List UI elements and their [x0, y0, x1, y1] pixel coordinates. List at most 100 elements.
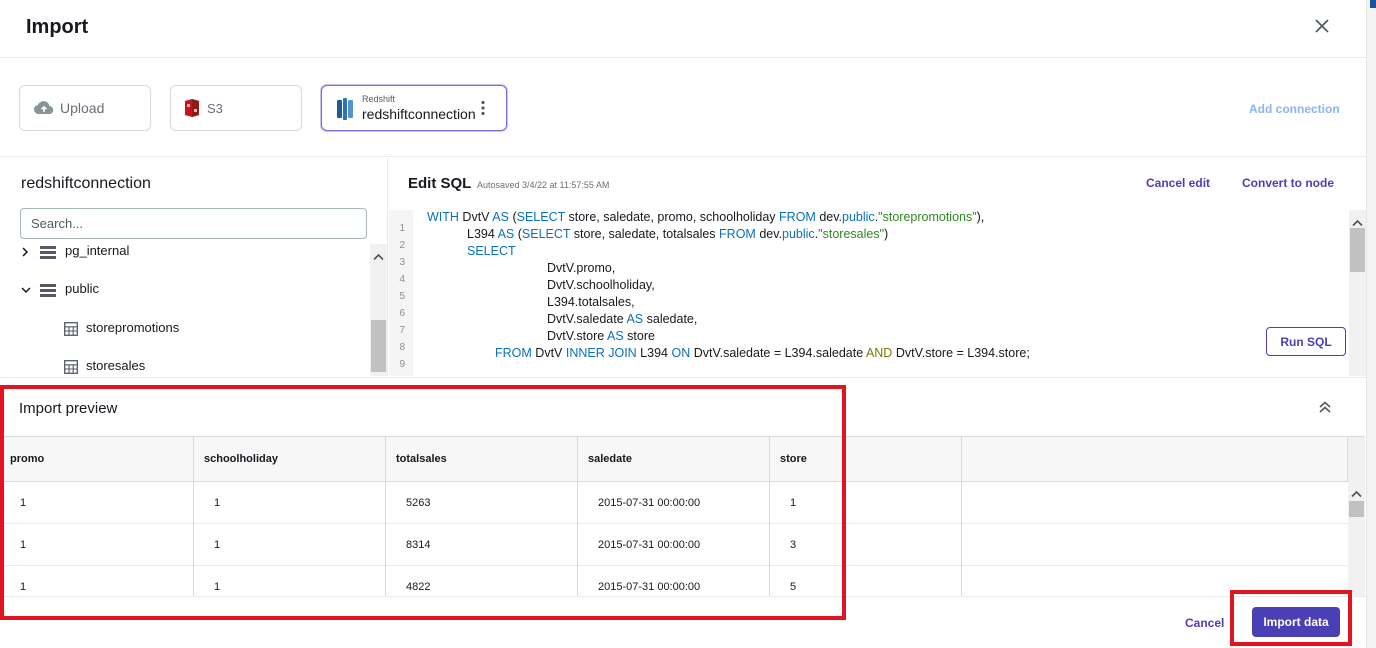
table-row[interactable]: 1 1 5263 2015-07-31 00:00:00 1 [0, 482, 1348, 524]
table-cell: 1 [770, 482, 962, 524]
schema-icon [40, 245, 56, 264]
redshift-connection-name: redshiftconnection [362, 106, 476, 122]
code-line: L394.totalsales, [547, 295, 635, 309]
import-dialog: Import Upload S3 Redshift redshiftconnec… [0, 0, 1366, 648]
code-line: WITH DvtV AS (SELECT store, saledate, pr… [427, 210, 985, 224]
table-icon [64, 360, 78, 376]
table-cell: 5 [770, 566, 962, 597]
table-row[interactable]: 1 1 8314 2015-07-31 00:00:00 3 [0, 524, 1348, 566]
editor-title: Edit SQL [408, 175, 472, 192]
line-number: 4 [399, 274, 405, 285]
line-number: 5 [399, 291, 405, 302]
connection-cards: Upload S3 Redshift redshiftconnection Ad… [0, 59, 1366, 157]
autosave-status: Autosaved 3/4/22 at 11:57:55 AM [477, 180, 610, 190]
table-cell: 1 [0, 524, 194, 566]
redshift-icon [336, 98, 354, 125]
more-options-icon[interactable] [480, 100, 486, 121]
cancel-edit-link[interactable]: Cancel edit [1146, 176, 1210, 190]
import-data-button[interactable]: Import data [1252, 607, 1340, 637]
convert-to-node-link[interactable]: Convert to node [1242, 176, 1334, 190]
table-cell: 2015-07-31 00:00:00 [578, 566, 770, 597]
table-cell: 8314 [386, 524, 578, 566]
s3-label: S3 [207, 101, 223, 116]
table-cell: 1 [194, 482, 386, 524]
upload-card[interactable]: Upload [19, 85, 151, 131]
chevron-right-icon[interactable] [20, 245, 30, 263]
line-number: 2 [399, 240, 405, 251]
column-header[interactable]: store [770, 437, 962, 481]
redshift-card[interactable]: Redshift redshiftconnection [321, 85, 507, 131]
line-number: 6 [399, 308, 405, 319]
schema-tree: pg_internal public storepromotions store… [0, 244, 370, 376]
column-header-empty [962, 437, 1348, 481]
code-line: DvtV.store AS store [547, 329, 655, 343]
browser-scrollbar[interactable] [370, 244, 387, 376]
table-cell: 1 [0, 482, 194, 524]
upload-label: Upload [60, 100, 105, 116]
column-header[interactable]: promo [0, 437, 194, 481]
dialog-footer: Cancel Import data [0, 596, 1366, 648]
preview-title: Import preview [19, 400, 118, 417]
line-number-gutter: 1 2 3 4 5 6 7 8 9 [389, 210, 413, 376]
line-number: 3 [399, 257, 405, 268]
cancel-button[interactable]: Cancel [1185, 616, 1224, 630]
column-header[interactable]: totalsales [386, 437, 578, 481]
tree-item-storesales[interactable]: storesales [0, 355, 370, 376]
table-cell: 4822 [386, 566, 578, 597]
dialog-title: Import [26, 16, 89, 38]
table-cell: 2015-07-31 00:00:00 [578, 524, 770, 566]
table-row[interactable]: 1 1 4822 2015-07-31 00:00:00 5 [0, 566, 1348, 597]
chevron-down-icon[interactable] [20, 283, 32, 301]
import-preview: Import preview promo schoolholiday total… [0, 377, 1366, 597]
tree-item-label: pg_internal [65, 244, 130, 258]
editor-scrollbar[interactable] [1349, 210, 1366, 376]
table-body: 1 1 5263 2015-07-31 00:00:00 1 1 1 8314 … [0, 482, 1348, 597]
code-line: SELECT [467, 244, 516, 258]
sql-editor-panel: Edit SQL Autosaved 3/4/22 at 11:57:55 AM… [389, 158, 1366, 376]
run-sql-button[interactable]: Run SQL [1266, 327, 1346, 356]
scrollbar-thumb[interactable] [371, 320, 386, 372]
code-line: DvtV.saledate AS saledate, [547, 312, 698, 326]
tree-item-label: public [65, 281, 99, 296]
collapse-icon[interactable] [1318, 400, 1332, 419]
table-cell: 1 [194, 524, 386, 566]
table-header: promo schoolholiday totalsales saledate … [0, 436, 1348, 482]
window-edge [1366, 0, 1376, 648]
tree-item-label: storepromotions [86, 320, 180, 335]
tree-item-pg-internal[interactable]: pg_internal [0, 244, 370, 266]
tree-item-storepromotions[interactable]: storepromotions [0, 317, 370, 343]
line-number: 1 [399, 223, 405, 234]
table-cell: 1 [0, 566, 194, 597]
line-number: 7 [399, 325, 405, 336]
code-line: FROM DvtV INNER JOIN L394 ON DvtV.saleda… [495, 346, 1030, 360]
close-icon[interactable] [1310, 14, 1334, 38]
browser-title: redshiftconnection [21, 175, 151, 192]
add-connection-link[interactable]: Add connection [1249, 102, 1340, 116]
table-cell: 2015-07-31 00:00:00 [578, 482, 770, 524]
table-cell: 5263 [386, 482, 578, 524]
line-number: 8 [399, 342, 405, 353]
cloud-upload-icon [33, 100, 54, 121]
code-line: L394 AS (SELECT store, saledate, totalsa… [467, 227, 889, 241]
search-input[interactable] [20, 208, 367, 239]
redshift-type-label: Redshift [362, 94, 396, 104]
tree-item-public[interactable]: public [0, 278, 370, 304]
table-cell: 3 [770, 524, 962, 566]
scrollbar-thumb[interactable] [1350, 228, 1365, 272]
line-number: 9 [399, 359, 405, 370]
table-icon [64, 322, 78, 341]
scroll-up-icon[interactable] [373, 248, 384, 266]
column-header[interactable]: schoolholiday [194, 437, 386, 481]
s3-bucket-icon [183, 98, 201, 123]
s3-card[interactable]: S3 [170, 85, 302, 131]
sql-code-area[interactable]: 1 2 3 4 5 6 7 8 9 WITH DvtV AS (SELECT s… [389, 210, 1349, 376]
preview-scrollbar[interactable] [1348, 436, 1365, 597]
dialog-header: Import [0, 0, 1366, 58]
scrollbar-thumb[interactable] [1349, 501, 1364, 517]
column-header[interactable]: saledate [578, 437, 770, 481]
data-browser: redshiftconnection pg_internal public [0, 158, 388, 376]
schema-icon [40, 283, 56, 302]
table-cell: 1 [194, 566, 386, 597]
tree-item-label: storesales [86, 358, 146, 373]
code-line: DvtV.schoolholiday, [547, 278, 655, 292]
